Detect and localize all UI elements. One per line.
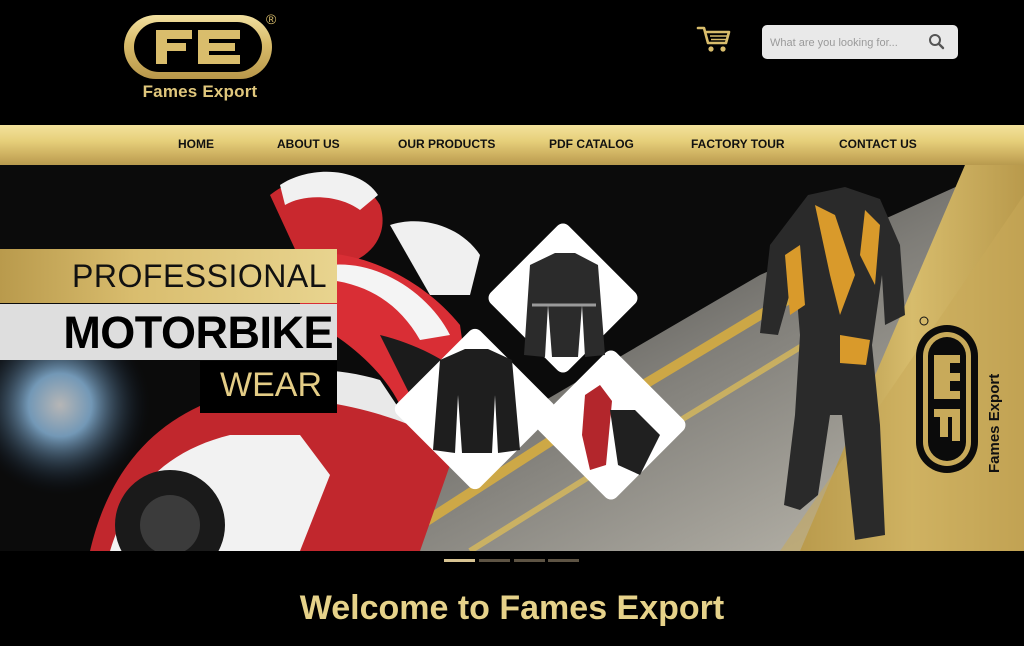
search-input[interactable] bbox=[768, 32, 922, 54]
hero-line1: PROFESSIONAL bbox=[72, 258, 327, 294]
welcome-heading: Welcome to Fames Export bbox=[299, 589, 725, 627]
hero-side-logo-name: Fames Export bbox=[986, 373, 1003, 473]
nav-pdf-catalog[interactable]: PDF CATALOG bbox=[549, 137, 634, 151]
shopping-cart-icon[interactable] bbox=[696, 24, 732, 54]
main-nav: HOME ABOUT US OUR PRODUCTS PDF CATALOG F… bbox=[0, 125, 1024, 165]
site-logo[interactable]: ® Fames Export bbox=[122, 12, 282, 107]
hero-tagline-wear: WEAR bbox=[200, 361, 337, 413]
logo-mark bbox=[134, 22, 262, 72]
nav-about-us[interactable]: ABOUT US bbox=[277, 137, 340, 151]
site-header: ® Fames Export bbox=[0, 0, 1024, 125]
nav-contact-us[interactable]: CONTACT US bbox=[839, 137, 917, 151]
nav-home[interactable]: HOME bbox=[178, 137, 214, 151]
hero-tagline-motorbike: MOTORBIKE bbox=[0, 304, 337, 360]
logo-name: Fames Export bbox=[142, 82, 258, 101]
slide-indicator-2[interactable] bbox=[479, 559, 510, 562]
nav-factory-tour[interactable]: FACTORY TOUR bbox=[691, 137, 785, 151]
hero-side-logo: Fames Export bbox=[912, 315, 1012, 475]
hero-line3: WEAR bbox=[220, 366, 322, 404]
slide-indicator-1[interactable] bbox=[444, 559, 475, 562]
logo-badge bbox=[124, 15, 272, 79]
slide-indicator-4[interactable] bbox=[548, 559, 579, 562]
hero-tagline-professional: PROFESSIONAL bbox=[0, 249, 337, 303]
nav-our-products[interactable]: OUR PRODUCTS bbox=[398, 137, 495, 151]
hero-line2: MOTORBIKE bbox=[63, 307, 333, 358]
search-box bbox=[762, 25, 958, 59]
registered-mark: ® bbox=[266, 11, 277, 27]
slide-indicator-3[interactable] bbox=[514, 559, 545, 562]
hero-slider[interactable]: PROFESSIONAL MOTORBIKE WEAR Fames Export bbox=[0, 165, 1024, 551]
search-icon[interactable] bbox=[927, 32, 947, 52]
logo-fe-glyph bbox=[156, 30, 240, 64]
